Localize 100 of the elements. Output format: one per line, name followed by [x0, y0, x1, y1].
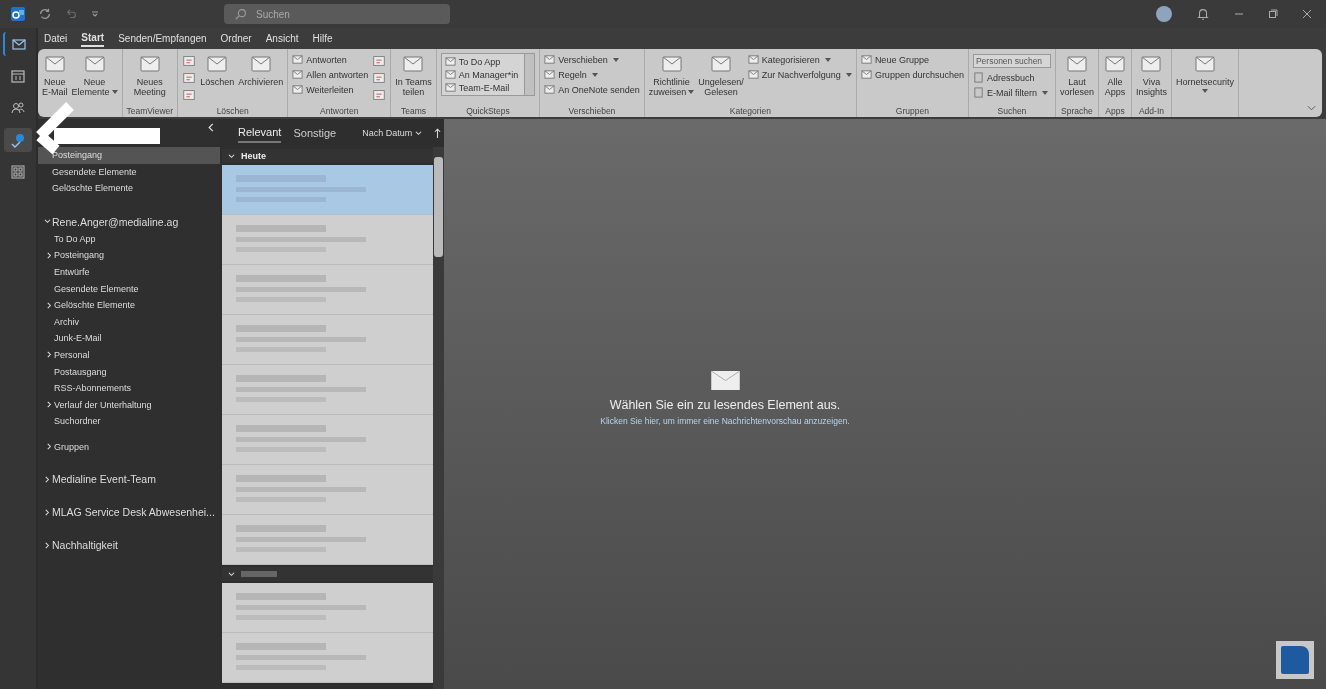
sort-direction-icon[interactable]: [434, 127, 442, 139]
ribbon-button[interactable]: Zur Nachverfolgung: [747, 69, 852, 80]
avatar[interactable]: [1156, 6, 1172, 22]
folder-item[interactable]: Suchordner: [38, 413, 220, 430]
account-folder[interactable]: Rene.Anger@medialine.ag: [38, 212, 220, 231]
document-icon[interactable]: [372, 88, 387, 102]
menu-tab[interactable]: Hilfe: [312, 30, 333, 46]
ribbon-button[interactable]: Neues Meeting: [133, 51, 166, 97]
folder-item[interactable]: Archiv: [38, 313, 220, 331]
group-label: Löschen: [216, 106, 249, 116]
ribbon-button[interactable]: An OneNote senden: [544, 84, 640, 95]
blurred-text: [241, 571, 277, 577]
folder-item[interactable]: Personal: [38, 346, 220, 364]
envelope-icon: [292, 54, 304, 65]
quickstep-item[interactable]: To Do App: [444, 56, 519, 67]
ribbon-button[interactable]: Alle Apps: [1102, 51, 1127, 97]
bell-icon[interactable]: [1196, 7, 1210, 21]
menu-tab[interactable]: Senden/Empfangen: [118, 30, 207, 46]
folder-item[interactable]: Postausgang: [38, 363, 220, 380]
todo-nav-button[interactable]: [4, 128, 32, 152]
account-folder[interactable]: MLAG Service Desk Abwesenhei...: [38, 503, 220, 522]
app-logo-icon[interactable]: [10, 6, 26, 22]
caret-icon: [1041, 90, 1048, 95]
folder-item[interactable]: Gesendete Elemente: [38, 163, 220, 180]
ribbon-button[interactable]: In Teams teilen: [395, 51, 432, 97]
menu-tab[interactable]: Start: [81, 29, 105, 47]
folder-item[interactable]: Posteingang: [38, 147, 220, 164]
ribbon-button[interactable]: Ungelesen/ Gelesen: [698, 51, 744, 97]
people-search-field[interactable]: Personen suchen: [972, 54, 1051, 68]
folder-item[interactable]: Posteingang: [38, 247, 220, 264]
preview-link[interactable]: Klicken Sie hier, um immer eine Nachrichtenvorschau anzuzeigen.: [600, 416, 850, 426]
ribbon-button[interactable]: Neue Gruppe: [860, 54, 964, 65]
book-icon: [972, 72, 984, 83]
ribbon-button[interactable]: Gruppen durchsuchen: [860, 69, 964, 80]
section-header[interactable]: [222, 567, 433, 581]
menu-tab[interactable]: Datei: [44, 30, 68, 46]
account-folder[interactable]: Nachhaltigkeit: [38, 536, 220, 555]
collapse-ribbon-icon[interactable]: [1307, 105, 1316, 111]
ribbon-button[interactable]: Laut vorlesen: [1059, 51, 1094, 97]
list-tab[interactable]: Sonstige: [293, 124, 337, 142]
sync-icon[interactable]: [38, 7, 52, 21]
people-icon: [10, 100, 26, 116]
group-label: QuickSteps: [466, 106, 510, 116]
quickstep-item[interactable]: An Manager*in: [444, 69, 519, 80]
document-icon[interactable]: [182, 88, 197, 102]
ribbon-button[interactable]: Regeln: [544, 69, 640, 80]
scrollbar[interactable]: [433, 147, 444, 689]
ribbon-button[interactable]: Kategorisieren: [747, 54, 852, 65]
ribbon-button[interactable]: Archivieren: [238, 51, 284, 87]
folder-item[interactable]: Gelöschte Elemente: [38, 296, 220, 314]
ribbon-button[interactable]: Neue Elemente: [71, 51, 118, 97]
group-label: Verschieben: [568, 106, 616, 116]
gallery-scroll[interactable]: [524, 54, 535, 95]
sort-dropdown[interactable]: Nach Datum: [362, 128, 423, 138]
ribbon-button[interactable]: Richtlinie zuweisen: [648, 51, 695, 97]
group-label: TeamViewer: [126, 106, 174, 116]
list-tab[interactable]: Relevant: [238, 123, 282, 143]
ribbon-button[interactable]: Allen antworten: [292, 69, 369, 80]
document-icon[interactable]: [372, 54, 387, 68]
menu-tab[interactable]: Ordner: [220, 30, 252, 46]
chevron-icon: [44, 218, 51, 225]
folder-item[interactable]: Entwürfe: [38, 263, 220, 281]
folder-item[interactable]: Gelöschte Elemente: [38, 180, 220, 197]
ribbon-button[interactable]: Hornetsecurity: [1176, 51, 1235, 93]
chevron-icon: [44, 508, 51, 516]
section-header[interactable]: Heute: [222, 149, 433, 163]
undo-icon[interactable]: [64, 7, 78, 21]
ribbon-button[interactable]: E-Mail filtern: [972, 87, 1051, 98]
folder-item[interactable]: Junk-E-Mail: [38, 330, 220, 347]
customize-icon[interactable]: [90, 9, 100, 19]
folder-item[interactable]: Verlauf der Unterhaltung: [38, 396, 220, 414]
document-icon[interactable]: [182, 71, 197, 85]
company-logo: [1276, 641, 1314, 679]
chevron-icon: [46, 401, 53, 409]
search-field[interactable]: Suchen: [224, 4, 450, 24]
account-folder[interactable]: Medialine Event-Team: [38, 470, 220, 489]
group-label: Teams: [400, 106, 426, 116]
caret-icon: [845, 72, 852, 77]
restore-icon[interactable]: [1268, 9, 1278, 19]
ribbon-button[interactable]: Antworten: [292, 54, 369, 65]
menu-tab[interactable]: Ansicht: [265, 30, 299, 46]
ribbon-button[interactable]: Viva Insights: [1135, 51, 1167, 97]
chevron-icon: [46, 251, 53, 259]
group-label: Antworten: [320, 106, 359, 116]
group-label: Kategorien: [729, 106, 771, 116]
folder-item[interactable]: Gesendete Elemente: [38, 280, 220, 297]
apps-grid-icon: [10, 164, 26, 180]
folder-item[interactable]: RSS-Abonnements: [38, 379, 220, 397]
collapse-pane-icon[interactable]: [208, 123, 214, 132]
document-icon[interactable]: [182, 54, 197, 68]
close-icon[interactable]: [1302, 9, 1312, 19]
ribbon-button[interactable]: Neue E-Mail: [42, 51, 68, 97]
ribbon-button[interactable]: Verschieben: [544, 54, 640, 65]
caret-icon: [688, 90, 695, 94]
quickstep-item[interactable]: Team-E-Mail: [444, 82, 519, 93]
document-icon[interactable]: [372, 71, 387, 85]
ribbon-button[interactable]: Adressbuch: [972, 72, 1051, 83]
ribbon-button[interactable]: Weiterleiten: [292, 84, 369, 95]
ribbon-button[interactable]: Löschen: [200, 51, 235, 87]
folder-item[interactable]: To Do App: [38, 230, 220, 248]
